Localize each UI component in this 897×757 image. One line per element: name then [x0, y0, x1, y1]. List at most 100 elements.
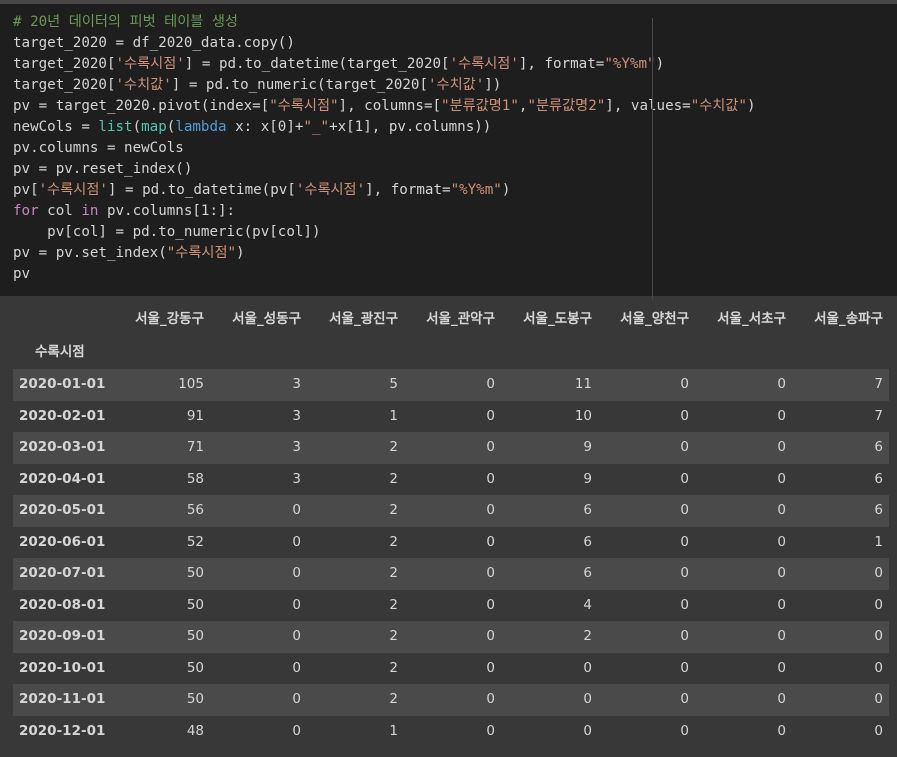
code-token: ], values=	[605, 98, 691, 114]
table-cell: 0	[777, 470, 786, 487]
code-token: '수록시점'	[295, 182, 366, 198]
table-row: 2020-08-01 50 0 2 0 4 0 0 0	[13, 589, 889, 621]
table-cell: 0	[680, 659, 689, 676]
code-token: target_2020 = df_2020_data.copy()	[13, 35, 295, 51]
table-cell: 0	[680, 439, 689, 455]
code-token: "분류값명2"	[527, 98, 606, 114]
table-cell: 0	[486, 659, 495, 676]
column-header: 서울_서초구	[717, 311, 786, 327]
table-cell: 0	[777, 628, 786, 644]
code-token: "%Y%m"	[450, 182, 502, 198]
column-header: 서울_양천구	[620, 311, 689, 327]
table-cell: 2	[389, 533, 398, 550]
code-cell[interactable]: # 20년 데이터의 피벗 테이블 생성 target_2020 = df_202…	[0, 4, 897, 300]
code-token: '수록시점'	[115, 56, 185, 72]
table-cell: 0	[292, 628, 301, 644]
code-token: target_2020[	[13, 56, 116, 72]
code-token: '수록시점'	[38, 182, 108, 198]
table-cell: 0	[486, 470, 495, 487]
code-token: x: x[0]+	[226, 119, 304, 135]
column-header: 서울_송파구	[814, 311, 883, 327]
table-row: 2020-12-01 48 0 1 0 0 0 0 0	[13, 715, 889, 747]
table-cell: 0	[874, 691, 883, 707]
code-line: pv	[13, 264, 756, 285]
table-cell: 0	[874, 722, 883, 739]
table-cell: 0	[292, 691, 301, 707]
table-cell: 0	[680, 376, 689, 392]
table-cell: 3	[292, 376, 301, 392]
notebook-page: # 20년 데이터의 피벗 테이블 생성 target_2020 = df_202…	[0, 0, 897, 757]
row-index: 2020-02-01	[19, 407, 106, 424]
row-index: 2020-05-01	[19, 502, 106, 518]
table-cell: 0	[486, 376, 495, 392]
table-cell: 50	[186, 628, 204, 644]
table-cell: 6	[583, 533, 592, 550]
table-row: 2020-10-01 50 0 2 0 0 0 0 0	[13, 652, 889, 684]
table-cell: 50	[186, 691, 204, 707]
table-cell: 0	[486, 565, 495, 581]
code-token: )	[236, 245, 245, 261]
table-cell: 3	[292, 470, 301, 487]
table-cell: 7	[874, 376, 883, 392]
code-line: pv = target_2020.pivot(index=["수록시점"], c…	[13, 96, 756, 117]
table-cell: 9	[583, 470, 592, 487]
code-token: col	[38, 203, 82, 219]
row-index: 2020-12-01	[19, 722, 106, 739]
index-name: 수록시점	[35, 344, 85, 360]
code-line: pv = pv.set_index("수록시점")	[13, 243, 756, 264]
table-cell: 2	[389, 596, 398, 613]
table-cell: 0	[486, 407, 495, 424]
table-cell: 1	[389, 407, 398, 424]
code-token: ] = pd.to_datetime(target_2020[	[184, 56, 450, 72]
code-token: )	[501, 182, 511, 198]
table-cell: 2	[389, 470, 398, 487]
table-cell: 0	[292, 502, 301, 518]
code-line: pv.columns = newCols	[13, 138, 756, 159]
table-cell: 3	[292, 407, 301, 424]
code-token: ] = pd.to_datetime(pv[	[107, 182, 296, 198]
table-cell: 0	[777, 533, 786, 550]
table-cell: 0	[486, 628, 495, 644]
code-token: "_"	[303, 119, 330, 135]
table-cell: 6	[874, 470, 883, 487]
table-cell: 0	[874, 628, 883, 644]
code-token: pv = target_2020.pivot(index=[	[13, 98, 270, 114]
code-token: pv[col] = pd.to_numeric(pv[col])	[13, 224, 321, 240]
table-cell: 1	[874, 533, 883, 550]
code-token: ], format=	[518, 56, 605, 72]
code-token: for	[13, 203, 39, 219]
code-token: "수록시점"	[166, 245, 237, 261]
table-cell: 0	[680, 691, 689, 707]
table-cell: 7	[874, 407, 883, 424]
table-cell: 0	[777, 407, 786, 424]
code-token: +x[1], pv.columns))	[329, 119, 492, 135]
code-token: '수치값'	[115, 77, 172, 93]
table-cell: 2	[389, 565, 398, 581]
table-cell: 0	[680, 565, 689, 581]
table-cell: 56	[186, 502, 204, 518]
row-index: 2020-08-01	[19, 596, 106, 613]
table-cell: 6	[874, 502, 883, 518]
table-cell: 0	[777, 439, 786, 455]
code-token: '수치값'	[428, 77, 485, 93]
table-cell: 0	[680, 502, 689, 518]
table-cell: 11	[574, 376, 592, 392]
code-token: ])	[484, 77, 502, 93]
table-cell: 0	[486, 596, 495, 613]
column-header: 서울_광진구	[329, 311, 398, 327]
index-name-row: 수록시점	[13, 336, 889, 369]
code-line: pv[col] = pd.to_numeric(pv[col])	[13, 222, 756, 243]
table-cell: 10	[574, 407, 592, 424]
row-index: 2020-11-01	[19, 691, 106, 707]
column-header: 서울_관악구	[426, 311, 495, 327]
table-cell: 0	[874, 596, 883, 613]
table-cell: 0	[680, 407, 689, 424]
code-token: # 20년 데이터의 피벗 테이블 생성	[13, 14, 238, 30]
table-cell: 91	[186, 407, 204, 424]
code-token: newCols =	[13, 119, 99, 135]
table-cell: 6	[583, 565, 592, 581]
code-line: for col in pv.columns[1:]:	[13, 201, 756, 222]
table-cell: 1	[389, 722, 398, 739]
table-row: 2020-01-01 105 3 5 0 11 0 0 7	[13, 369, 889, 401]
code-editor[interactable]: # 20년 데이터의 피벗 테이블 생성 target_2020 = df_202…	[13, 12, 756, 285]
